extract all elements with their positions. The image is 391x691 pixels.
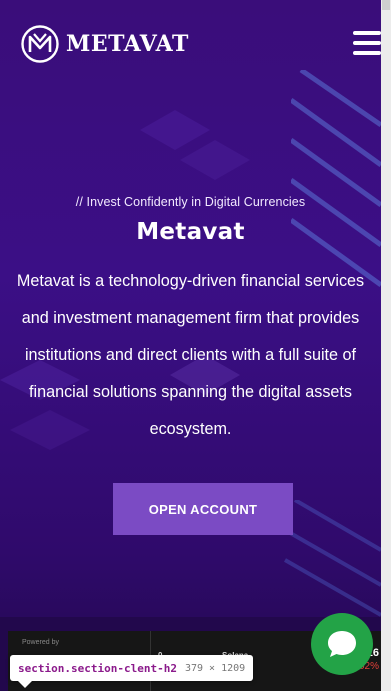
- hero-description: Metavat is a technology-driven financial…: [16, 272, 365, 438]
- scrollbar-track[interactable]: [381, 0, 391, 691]
- ticker-powered-by[interactable]: Powered by: [22, 639, 59, 646]
- site-header: METAVAT: [0, 0, 381, 84]
- decorative-cubes: [140, 110, 250, 180]
- open-account-button[interactable]: OPEN ACCOUNT: [113, 483, 293, 535]
- inspect-tooltip-arrow: [18, 681, 32, 688]
- chat-button[interactable]: [311, 613, 373, 675]
- hero-title: Metavat: [136, 219, 245, 245]
- devtools-inspect-tooltip: section.section-clent-h2 379 × 1209: [10, 655, 254, 681]
- scrollbar-thumb[interactable]: [382, 0, 390, 10]
- hero-section: // Invest Confidently in Digital Currenc…: [0, 195, 381, 448]
- brand-name: METAVAT: [66, 31, 189, 57]
- chat-bubble-icon: [328, 631, 356, 657]
- metavat-m-logo-icon: [21, 25, 59, 63]
- hero-tagline: // Invest Confidently in Digital Currenc…: [75, 195, 306, 209]
- hamburger-menu-icon[interactable]: [353, 31, 381, 55]
- page-background: METAVAT // Invest Confidently in Digital…: [0, 0, 381, 691]
- inspect-selector: section.section-clent-h2: [18, 661, 177, 675]
- brand-logo[interactable]: METAVAT: [20, 24, 189, 64]
- inspect-size: 379 × 1209: [184, 662, 246, 674]
